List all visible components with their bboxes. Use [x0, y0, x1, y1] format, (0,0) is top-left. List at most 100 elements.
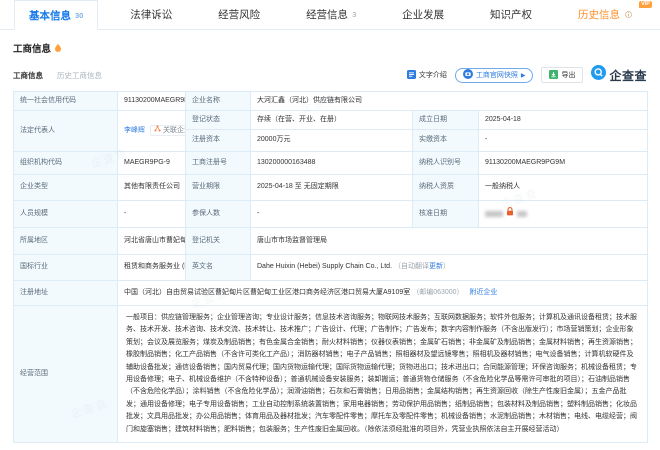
address-cell: 中国（河北）自由贸易试验区曹妃甸片区曹妃甸工业区港口商务经济区港口贸易大厦A91…: [118, 281, 648, 306]
related-icon: [154, 125, 161, 136]
industry-value: 租赁和商务服务业 (L): [118, 255, 186, 281]
field-label: 国标行业: [14, 255, 118, 281]
official-snapshot-button[interactable]: 工商官网快照 ▶: [455, 68, 534, 83]
tab-ip[interactable]: 知识产权: [476, 0, 546, 29]
auto-translate-note: （自动翻译: [394, 263, 429, 270]
field-label: 法定代表人: [14, 111, 118, 152]
field-label: 登记状态: [186, 111, 251, 130]
field-label: 统一社会信用代码: [14, 92, 118, 111]
tab-operating-info[interactable]: 经营信息 3: [292, 0, 370, 29]
hot-icon: [55, 39, 61, 57]
tab-basic-info[interactable]: 基本信息 30: [14, 0, 98, 30]
org-code-value: MAEGR9PG-9: [118, 152, 186, 175]
business-term-value: 2025-04-18 至 无固定期限: [251, 175, 413, 201]
table-row: 人员规模 - 参保人数 - 核准日期: [14, 201, 648, 228]
export-button[interactable]: 导出: [541, 67, 583, 83]
section-title: 工商信息: [13, 41, 51, 55]
subtab-business-info[interactable]: 工商信息: [13, 70, 43, 81]
field-label: 企业名称: [186, 92, 251, 111]
field-label: 经营范围: [14, 306, 118, 443]
related-label: 关联企业: [163, 126, 186, 136]
field-label: 所属地区: [14, 228, 118, 255]
tab-label: 基本信息: [29, 8, 71, 23]
company-type-value: 其他有限责任公司: [118, 175, 186, 201]
update-translation-link[interactable]: 更新: [429, 263, 443, 270]
brand-name: 企查查: [609, 67, 647, 84]
legal-rep-link[interactable]: 李峰辉: [124, 127, 145, 134]
tab-legal[interactable]: 法律诉讼: [116, 0, 186, 29]
tab-risk[interactable]: 经营风险: [204, 0, 274, 29]
tab-label: 经营风险: [218, 7, 260, 22]
qichacha-logo-icon: [591, 65, 606, 85]
field-label: 企业类型: [14, 175, 118, 201]
text-intro-button[interactable]: 文字介绍: [407, 70, 447, 81]
field-label: 营业期限: [186, 175, 251, 201]
text-intro-label: 文字介绍: [419, 70, 447, 80]
snapshot-label: 工商官网快照: [476, 70, 518, 80]
detail-tabbar: 基本信息 30 法律诉讼 经营风险 经营信息 3 企业发展 知识产权 历史信息 …: [0, 0, 660, 30]
field-label: 人员规模: [14, 201, 118, 228]
business-scope-value: 一般项目：供应链管理服务；企业管理咨询；专业设计服务；信息技术咨询服务；物联网技…: [118, 306, 648, 443]
field-label: 注册资本: [186, 130, 251, 152]
field-label: 纳税人资质: [413, 175, 479, 201]
table-row: 企业类型 其他有限责任公司 营业期限 2025-04-18 至 无固定期限 纳税…: [14, 175, 648, 201]
staff-size-value: -: [118, 201, 186, 228]
field-label: 英文名: [186, 255, 251, 281]
reg-capital-value: 20000万元: [251, 130, 413, 152]
tab-label: 法律诉讼: [130, 7, 172, 22]
auto-translate-note: ）: [443, 263, 450, 270]
field-label: 组织机构代码: [14, 152, 118, 175]
text-intro-icon: [407, 70, 416, 81]
related-companies-badge[interactable]: 关联企业3: [150, 125, 186, 136]
subtab-history-business-info[interactable]: 历史工商信息: [57, 70, 102, 81]
taxpayer-quality-value: 一般纳税人: [479, 175, 648, 201]
tab-label: 经营信息: [306, 7, 348, 22]
postal-code: （邮编063000）: [412, 289, 463, 296]
field-label: 纳税人识别号: [413, 152, 479, 175]
table-row: 所属地区 河北省唐山市曹妃甸区 登记机关 唐山市市场监督管理局: [14, 228, 648, 255]
nearby-companies-link[interactable]: 附近企业: [469, 289, 497, 296]
table-row: 组织机构代码 MAEGR9PG-9 工商注册号 130200000163488 …: [14, 152, 648, 175]
table-row: 法定代表人 李峰辉关联企业3 登记状态 存续（在营、开业、在册） 成立日期 20…: [14, 111, 648, 130]
address-value: 中国（河北）自由贸易试验区曹妃甸片区曹妃甸工业区港口商务经济区港口贸易大厦A91…: [124, 289, 410, 296]
toolbar: 文字介绍 工商官网快照 ▶ 导出 企查查: [407, 65, 647, 85]
chevron-right-icon: ▶: [521, 72, 526, 79]
section-header: 工商信息: [13, 39, 660, 57]
subtabs: 工商信息 历史工商信息: [13, 70, 102, 81]
english-name-value: Dahe Huixin (Hebei) Supply Chain Co., Lt…: [257, 263, 392, 270]
lock-icon: [506, 211, 514, 218]
qichacha-logo[interactable]: 企查查: [591, 65, 647, 85]
reg-authority-value: 唐山市市场监督管理局: [251, 228, 648, 255]
field-label: 登记机关: [186, 228, 251, 255]
paid-capital-value: -: [479, 130, 648, 152]
table-row: 经营范围 一般项目：供应链管理服务；企业管理咨询；专业设计服务；信息技术咨询服务…: [14, 306, 648, 443]
table-row: 统一社会信用代码 91130200MAEGR9PG9M 企业名称 大河汇鑫（河北…: [14, 92, 648, 111]
field-label: 参保人数: [186, 201, 251, 228]
tab-count: 30: [75, 11, 83, 20]
legal-rep-cell: 李峰辉关联企业3: [118, 111, 186, 152]
table-row: 国标行业 租赁和商务服务业 (L) 英文名 Dahe Huixin (Hebei…: [14, 255, 648, 281]
tab-history-info[interactable]: 历史信息 VIP: [564, 0, 646, 29]
export-label: 导出: [561, 70, 575, 80]
credit-code-value: 91130200MAEGR9PG9M: [118, 92, 186, 111]
vip-badge: VIP: [639, 1, 652, 8]
field-label: 成立日期: [413, 111, 479, 130]
field-label: 注册地址: [14, 281, 118, 306]
english-name-cell: Dahe Huixin (Hebei) Supply Chain Co., Lt…: [251, 255, 648, 281]
tab-development[interactable]: 企业发展: [388, 0, 458, 29]
field-label: 工商注册号: [186, 152, 251, 175]
field-label: 实缴资本: [413, 130, 479, 152]
tab-count: 3: [352, 10, 356, 19]
table-row: 注册地址 中国（河北）自由贸易试验区曹妃甸片区曹妃甸工业区港口商务经济区港口贸易…: [14, 281, 648, 306]
establish-date-value: 2025-04-18: [479, 111, 648, 130]
region-value: 河北省唐山市曹妃甸区: [118, 228, 186, 255]
approval-date-locked-value[interactable]: [479, 201, 648, 228]
export-icon: [549, 70, 558, 81]
insured-count-value: -: [251, 201, 413, 228]
company-name-value: 大河汇鑫（河北）供应链有限公司: [251, 92, 648, 111]
reg-status-value: 存续（在营、开业、在册）: [251, 111, 413, 130]
camera-icon: [463, 69, 473, 81]
reg-number-value: 130200000163488: [251, 152, 413, 175]
blurred-text: [485, 211, 503, 217]
field-label: 核准日期: [413, 201, 479, 228]
